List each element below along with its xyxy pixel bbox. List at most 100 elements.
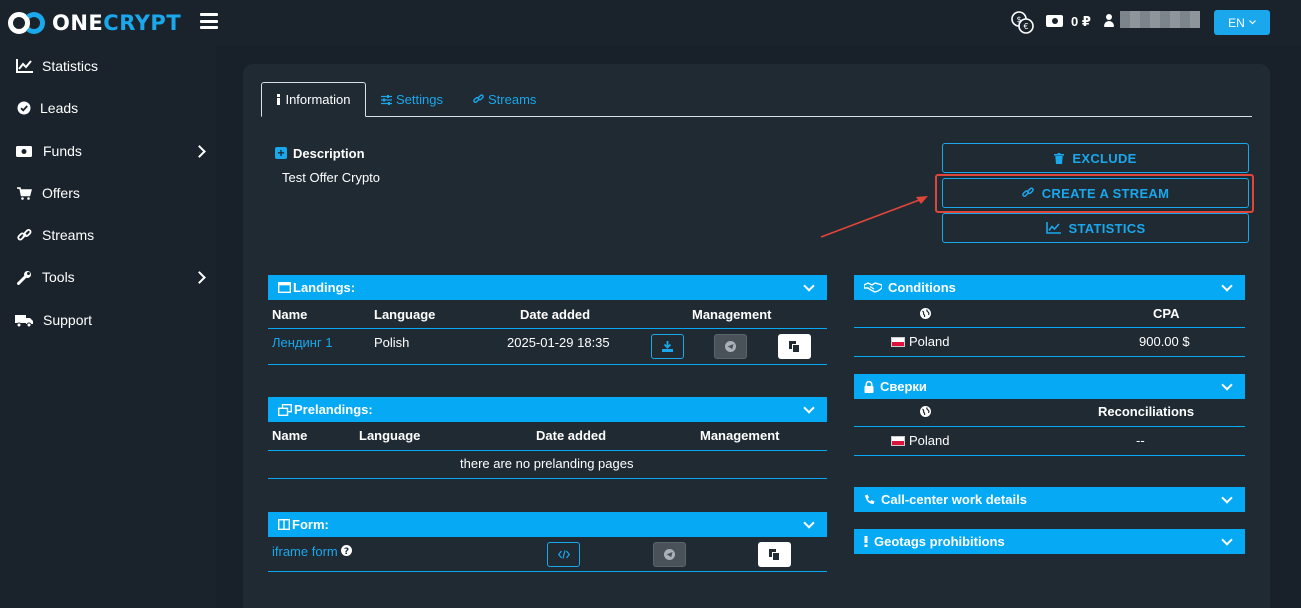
menu-toggle-icon[interactable] <box>200 13 218 29</box>
form-telegram-button[interactable] <box>653 542 686 567</box>
sidebar-item-tools[interactable]: Tools <box>0 262 216 292</box>
link-icon <box>473 94 484 104</box>
balance-value: 0 ₽ <box>1071 14 1091 29</box>
plus-square-icon[interactable]: + <box>275 147 287 159</box>
language-select[interactable]: EN <box>1214 10 1270 35</box>
chevron-down-icon <box>803 402 815 414</box>
column-header: Language <box>359 428 421 443</box>
callcenter-header[interactable]: Call-center work details <box>854 487 1245 512</box>
chevron-right-icon <box>193 270 206 284</box>
poland-flag-icon <box>891 436 905 446</box>
conditions-header[interactable]: Conditions <box>854 275 1245 300</box>
chevron-right-icon <box>193 144 206 158</box>
sidebar-item-statistics[interactable]: Statistics <box>0 51 216 81</box>
description-text: Test Offer Crypto <box>282 170 381 185</box>
annotation-highlight-box <box>935 174 1254 213</box>
copy-button[interactable] <box>778 334 811 359</box>
top-header: ONECRYPT $ € 0 ₽ EN <box>0 0 1301 45</box>
column-header: Date added <box>536 428 607 443</box>
tab-information[interactable]: Information <box>261 82 366 117</box>
tab-label: Information <box>285 92 351 107</box>
block-title: Conditions <box>888 280 956 295</box>
reconciliation-value: -- <box>1136 433 1145 448</box>
form-copy-button[interactable] <box>758 542 791 567</box>
sidebar-item-offers[interactable]: Offers <box>0 178 216 208</box>
landing-name-link[interactable]: Лендинг 1 <box>272 335 333 350</box>
column-header: Language <box>374 307 436 322</box>
reconciliation-country: Poland <box>891 433 949 448</box>
chevron-down-icon <box>1221 534 1233 546</box>
sidebar-item-funds[interactable]: Funds <box>0 136 216 166</box>
chevron-down-icon <box>1248 20 1256 25</box>
link-icon <box>15 227 33 243</box>
block-title: Geotags prohibitions <box>874 534 1005 549</box>
sidebar-item-support[interactable]: Support <box>0 305 216 335</box>
phone-icon <box>864 494 875 505</box>
statistics-button[interactable]: STATISTICS <box>942 213 1249 243</box>
svg-text:$: $ <box>1016 15 1021 24</box>
embed-code-button[interactable] <box>547 542 580 567</box>
telegram-icon <box>664 549 675 560</box>
tab-settings[interactable]: Settings <box>381 82 443 117</box>
sidebar-item-label: Tools <box>42 269 75 285</box>
download-button[interactable] <box>651 334 684 359</box>
logo-text: ONECRYPT <box>52 11 182 35</box>
exclude-button[interactable]: EXCLUDE <box>942 143 1249 173</box>
chevron-down-icon <box>1221 280 1233 292</box>
column-header: Name <box>272 428 308 443</box>
sidebar-item-label: Statistics <box>42 58 99 74</box>
svg-text:€: € <box>1023 22 1028 31</box>
column-header: Management <box>700 428 780 443</box>
table-divider <box>854 327 1245 328</box>
prelandings-header[interactable]: Prelandings: <box>268 397 827 422</box>
sidebar-item-streams[interactable]: Streams <box>0 220 216 250</box>
logo[interactable]: ONECRYPT <box>8 9 181 37</box>
landings-header[interactable]: Landings: <box>268 275 827 300</box>
form-header[interactable]: Form: <box>268 512 827 537</box>
iframe-form-link[interactable]: iframe form <box>272 544 338 559</box>
table-divider <box>854 426 1245 427</box>
reconciliations-header[interactable]: Сверки <box>854 374 1245 399</box>
truck-icon <box>15 312 33 328</box>
globe-icon <box>920 308 931 319</box>
condition-country: Poland <box>891 334 949 349</box>
sidebar-item-leads[interactable]: Leads <box>0 93 216 123</box>
sidebar-item-label: Streams <box>42 227 95 243</box>
table-divider <box>268 478 827 479</box>
check-circle-icon <box>15 100 33 116</box>
sidebar: Statistics Leads Funds Offers Streams To… <box>0 45 216 608</box>
tab-label: Streams <box>488 92 537 107</box>
chevron-down-icon <box>803 280 815 292</box>
column-header: Name <box>272 307 308 322</box>
column-header: CPA <box>1153 306 1180 321</box>
currency-exchange-icon[interactable]: $ € <box>1010 10 1034 34</box>
chevron-down-icon <box>1221 492 1233 504</box>
username-redacted[interactable] <box>1120 11 1200 28</box>
sidebar-item-label: Leads <box>40 100 79 116</box>
question-circle-icon[interactable]: ? <box>341 545 352 556</box>
column-header: Date added <box>520 307 591 322</box>
annotation-arrow <box>820 196 928 238</box>
balance-icon <box>1046 15 1063 27</box>
table-divider <box>854 455 1245 456</box>
tab-label: Settings <box>396 92 443 107</box>
button-label: EXCLUDE <box>1072 150 1137 166</box>
shopping-cart-icon <box>15 185 33 201</box>
handshake-icon <box>864 282 882 293</box>
table-divider <box>268 450 827 451</box>
landing-date: 2025-01-29 18:35 <box>507 335 610 350</box>
poland-flag-icon <box>891 337 905 347</box>
geotags-header[interactable]: Geotags prohibitions <box>854 529 1245 554</box>
telegram-icon <box>725 341 736 352</box>
chevron-down-icon <box>803 517 815 529</box>
cpa-value: 900.00 $ <box>1139 334 1190 349</box>
sliders-icon <box>381 94 392 105</box>
clone-icon <box>278 403 292 416</box>
column-header: Management <box>692 307 772 322</box>
tab-streams[interactable]: Streams <box>473 82 536 117</box>
block-title: Landings: <box>293 280 356 295</box>
logo-mark-icon <box>8 10 48 36</box>
download-icon <box>662 341 673 352</box>
telegram-button[interactable] <box>714 334 747 359</box>
empty-message: there are no prelanding pages <box>460 456 634 471</box>
